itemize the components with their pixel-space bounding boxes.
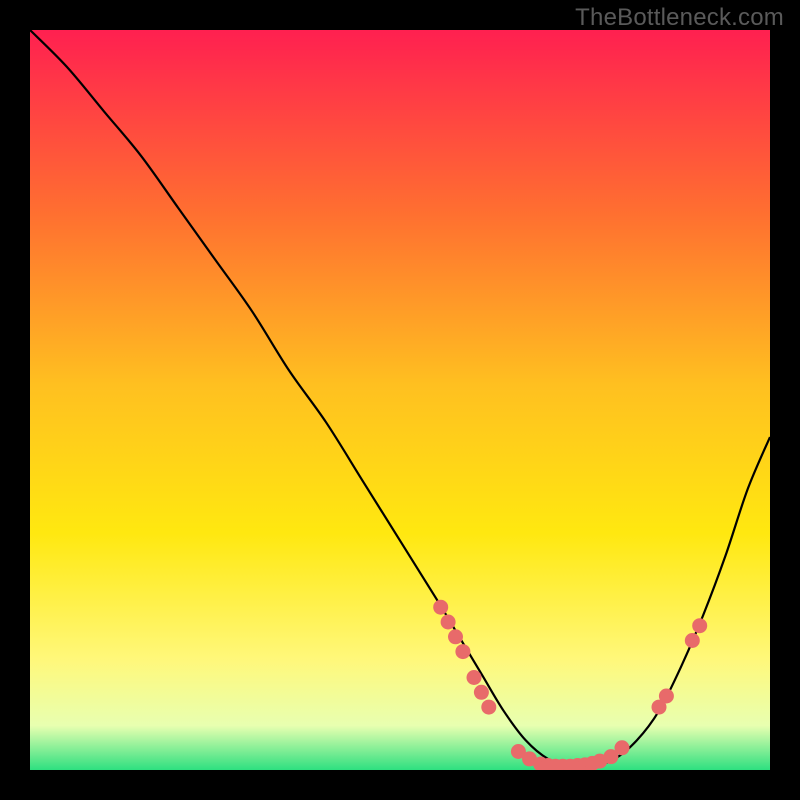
gradient-background xyxy=(30,30,770,770)
data-marker xyxy=(467,670,482,685)
data-marker xyxy=(448,629,463,644)
chart-container: TheBottleneck.com xyxy=(0,0,800,800)
data-marker xyxy=(455,644,470,659)
data-marker xyxy=(481,700,496,715)
data-marker xyxy=(615,740,630,755)
watermark-text: TheBottleneck.com xyxy=(575,4,784,32)
data-marker xyxy=(474,685,489,700)
data-marker xyxy=(433,600,448,615)
chart-svg xyxy=(30,30,770,770)
data-marker xyxy=(692,618,707,633)
data-marker xyxy=(659,689,674,704)
data-marker xyxy=(441,615,456,630)
plot-area xyxy=(30,30,770,770)
data-marker xyxy=(685,633,700,648)
